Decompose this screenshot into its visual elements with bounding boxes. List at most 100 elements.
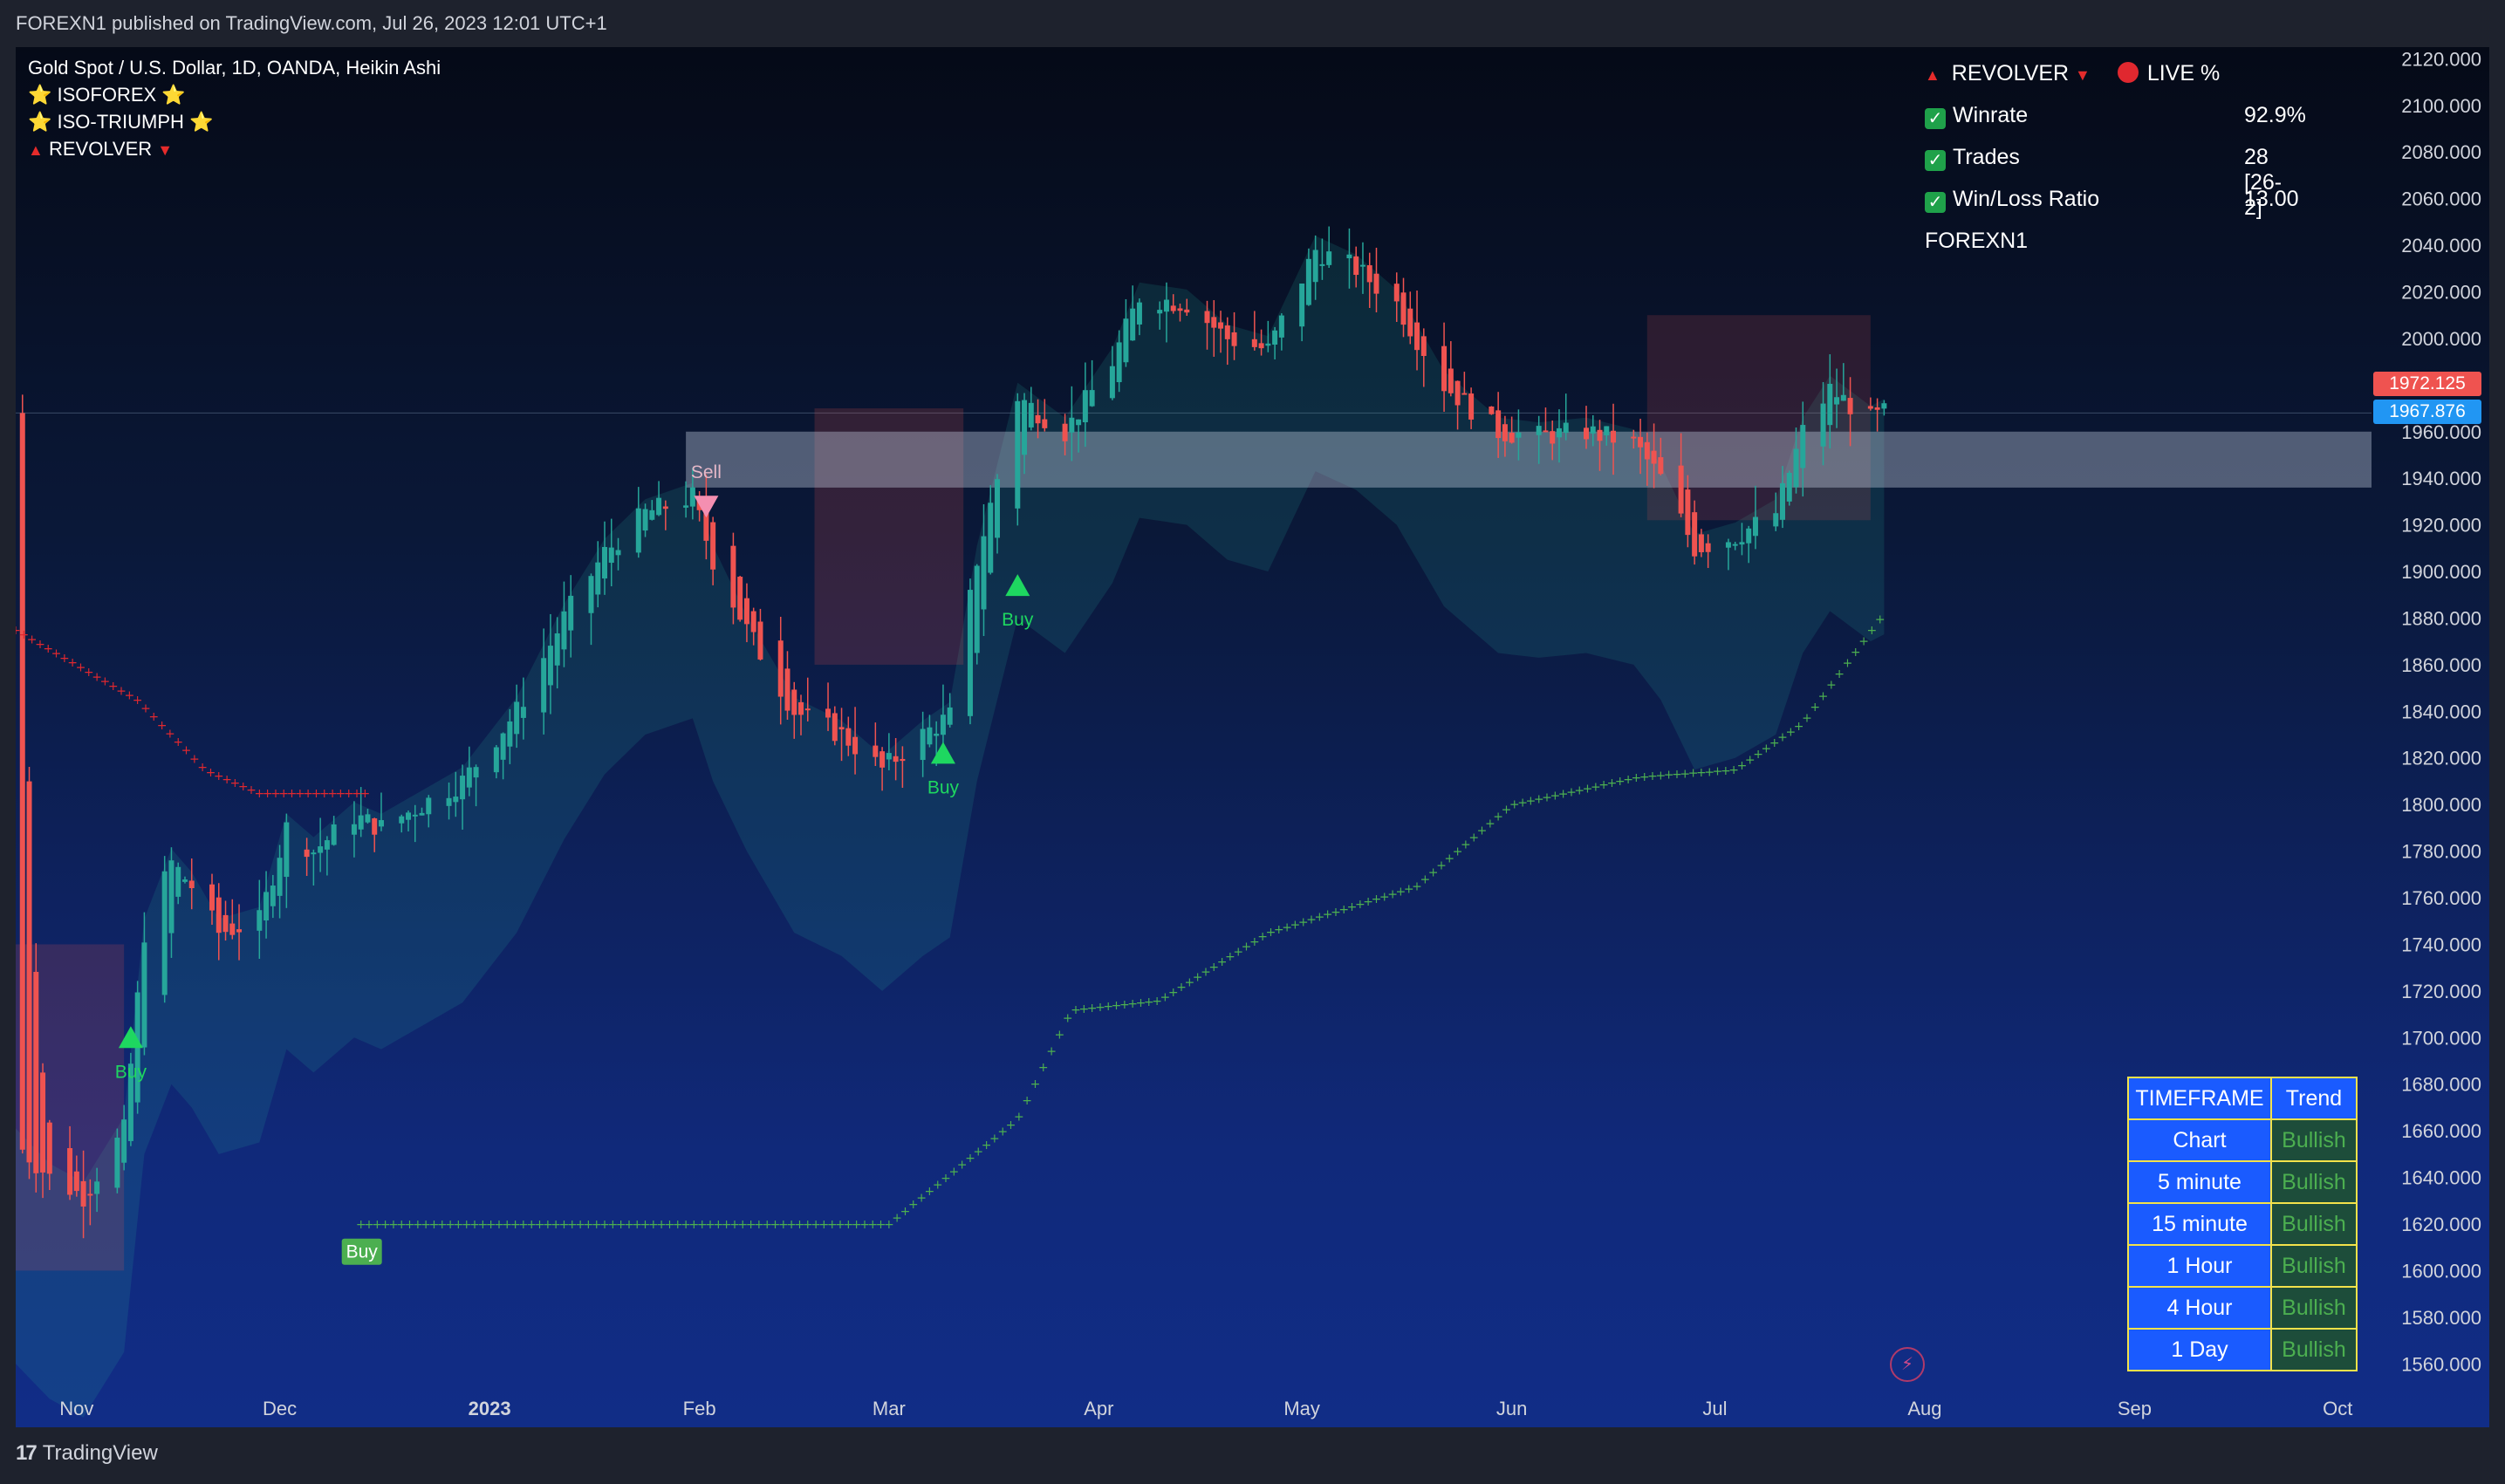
candle-body: [80, 1180, 86, 1207]
candle-body: [318, 846, 324, 853]
y-tick-label: 1620.000: [2401, 1214, 2481, 1235]
candle-body: [1725, 542, 1731, 548]
candle-body: [229, 923, 236, 935]
candle-body: [608, 547, 614, 564]
candle-body: [974, 565, 980, 653]
triangle-down-icon: ▼: [2075, 66, 2091, 84]
candle-body: [514, 701, 520, 735]
publish-bar: FOREXN1 published on TradingView.com, Ju…: [0, 0, 2505, 47]
y-tick-label: 1960.000: [2401, 421, 2481, 443]
candle-body: [1746, 528, 1752, 544]
candle-body: [832, 713, 838, 742]
tf-cell: 1 Day: [2127, 1328, 2272, 1371]
candle-body: [277, 858, 283, 896]
candle-body: [967, 590, 973, 716]
candle-body: [460, 776, 466, 800]
candle-body: [1136, 302, 1142, 325]
candle-body: [1393, 284, 1400, 302]
candle-body: [87, 1193, 93, 1196]
candle-body: [1651, 450, 1657, 464]
y-tick-label: 1840.000: [2401, 701, 2481, 722]
trend-cell: Bullish: [2270, 1118, 2358, 1162]
candle-body: [595, 562, 601, 595]
candle-body: [784, 668, 791, 711]
candle-body: [1299, 283, 1305, 327]
candle-body: [934, 733, 940, 736]
candle-body: [1881, 403, 1887, 409]
candle-body: [264, 892, 270, 921]
candle-body: [1611, 430, 1617, 443]
footer-bar: [0, 1427, 2505, 1484]
candle-body: [1631, 436, 1637, 439]
candle-body: [1204, 311, 1210, 324]
indicator-revolver[interactable]: ▲ REVOLVER ▼: [28, 135, 441, 164]
tf-cell: 5 minute: [2127, 1160, 2272, 1204]
y-tick-label: 1900.000: [2401, 561, 2481, 583]
candle-body: [1502, 424, 1508, 441]
isoforex-trail-dot: +: [1055, 1028, 1065, 1042]
y-tick-label: 1700.000: [2401, 1027, 2481, 1049]
candle-body: [1359, 264, 1365, 267]
isoforex-trail-dot: +: [1046, 1044, 1057, 1058]
candle-body: [1414, 322, 1420, 351]
candle-body: [500, 733, 506, 760]
isoforex-trail-dot: +: [1038, 1061, 1049, 1075]
candle-body: [1109, 366, 1115, 399]
symbol-title[interactable]: Gold Spot / U.S. Dollar, 1D, OANDA, Heik…: [28, 54, 441, 81]
header-trend: Trend: [2270, 1077, 2358, 1120]
chart-area[interactable]: + + + + + + + + + + + + + + + + + + + + + + + + + + + + + + + + + + + + + + + +…: [16, 47, 2489, 1427]
candle-body: [1658, 457, 1664, 475]
stats-title: REVOLVER: [1951, 61, 2070, 85]
candle-body: [1489, 406, 1495, 414]
candle-body: [372, 818, 378, 835]
candle-body: [1786, 472, 1792, 502]
stats-label: Winrate: [1953, 103, 2029, 127]
tradingview-logo[interactable]: 17 TradingView: [16, 1441, 158, 1466]
y-tick-label: 1920.000: [2401, 515, 2481, 537]
sr-zone: [686, 431, 2372, 488]
indicator-isoforex[interactable]: ⭐ ISOFOREX ⭐: [28, 81, 441, 108]
buy-label: Buy: [346, 1242, 379, 1262]
candle-body: [19, 413, 25, 1150]
candle-body: [852, 736, 859, 755]
candle-body: [1069, 417, 1075, 433]
candle-body: [473, 767, 479, 778]
table-row: 1 Day Bullish: [2127, 1328, 2358, 1371]
candle-body: [588, 576, 594, 613]
candle-body: [1867, 406, 1873, 409]
candle-body: [304, 849, 310, 858]
candle-body: [1847, 398, 1853, 414]
candle-body: [1536, 426, 1542, 435]
candle-body: [216, 897, 222, 933]
trend-cell: Bullish: [2270, 1244, 2358, 1288]
candle-body: [1123, 318, 1129, 363]
candle-body: [1407, 308, 1413, 337]
y-tick-label: 1820.000: [2401, 748, 2481, 769]
y-tick-label: 2100.000: [2401, 95, 2481, 117]
candle-body: [1312, 250, 1318, 283]
x-tick-label: Jul: [1702, 1398, 1727, 1419]
triangle-up-icon: ▲: [1925, 66, 1940, 84]
lightning-icon[interactable]: ⚡: [1890, 1347, 1925, 1382]
tf-cell: 15 minute: [2127, 1202, 2272, 1246]
trend-cell: Bullish: [2270, 1328, 2358, 1371]
candle-body: [114, 1138, 120, 1188]
candle-body: [1278, 315, 1284, 338]
trend-cell: Bullish: [2270, 1286, 2358, 1330]
indicator-iso-triumph[interactable]: ⭐ ISO-TRIUMPH ⭐: [28, 108, 441, 135]
candle-body: [879, 751, 886, 768]
candle-body: [1820, 403, 1826, 447]
candle-body: [1705, 543, 1711, 552]
candle-body: [46, 1122, 52, 1174]
candle-body: [1543, 430, 1549, 433]
buy-label: Buy: [115, 1062, 147, 1082]
candle-body: [1590, 426, 1596, 434]
candle-body: [1468, 393, 1475, 420]
isoforex-trail-dot: +: [1014, 1111, 1024, 1125]
candle-body: [1400, 292, 1406, 325]
candle-body: [406, 812, 411, 820]
table-row: Chart Bullish: [2127, 1118, 2358, 1162]
x-tick-label: Jun: [1496, 1398, 1527, 1419]
candle-body: [886, 753, 892, 760]
candle-body: [1834, 397, 1840, 405]
